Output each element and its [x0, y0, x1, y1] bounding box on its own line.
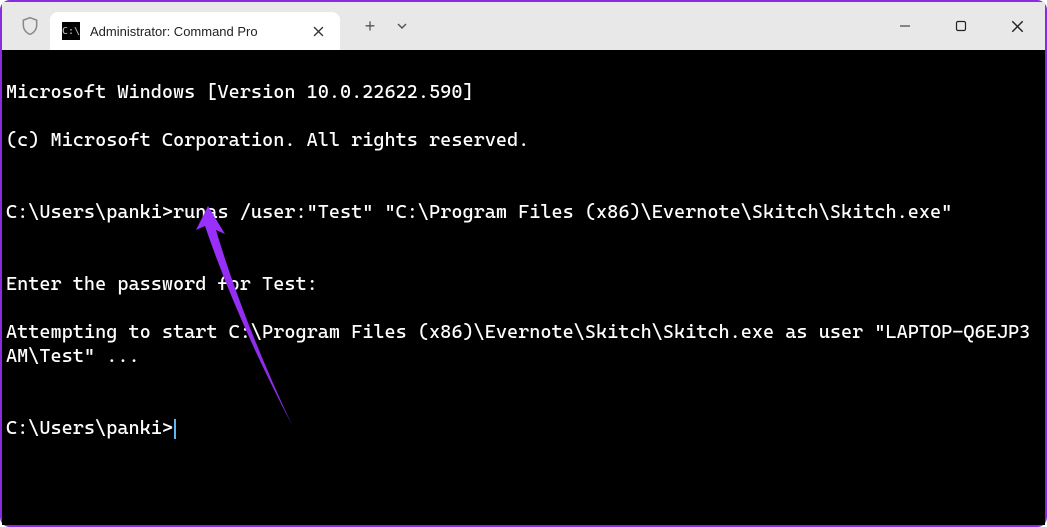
- text-cursor: [174, 419, 176, 439]
- prompt-prefix: C:\Users\panki>: [6, 417, 173, 439]
- terminal-line: Attempting to start C:\Program Files (x8…: [6, 320, 1041, 368]
- tab-cmd-administrator[interactable]: C:\ Administrator: Command Pro: [50, 12, 340, 50]
- titlebar: C:\ Administrator: Command Pro +: [2, 2, 1045, 50]
- terminal-line: (c) Microsoft Corporation. All rights re…: [6, 128, 1041, 152]
- maximize-button[interactable]: [933, 2, 989, 50]
- new-tab-button[interactable]: +: [358, 16, 382, 37]
- terminal-line: C:\Users\panki>runas /user:"Test" "C:\Pr…: [6, 200, 1041, 224]
- close-tab-icon[interactable]: [308, 21, 328, 41]
- close-window-button[interactable]: [989, 2, 1045, 50]
- window-controls: [877, 2, 1045, 50]
- terminal-line: Enter the password for Test:: [6, 272, 1041, 296]
- tab-dropdown-button[interactable]: [396, 20, 408, 32]
- tab-title: Administrator: Command Pro: [90, 24, 258, 39]
- terminal-output[interactable]: Microsoft Windows [Version 10.0.22622.59…: [2, 50, 1045, 525]
- terminal-line: Microsoft Windows [Version 10.0.22622.59…: [6, 80, 1041, 104]
- prompt-command: runas /user:"Test" "C:\Program Files (x8…: [173, 201, 952, 223]
- minimize-button[interactable]: [877, 2, 933, 50]
- shield-icon: [18, 14, 42, 38]
- prompt-prefix: C:\Users\panki>: [6, 201, 173, 223]
- cmd-icon: C:\: [62, 22, 80, 40]
- terminal-line: C:\Users\panki>: [6, 416, 1041, 440]
